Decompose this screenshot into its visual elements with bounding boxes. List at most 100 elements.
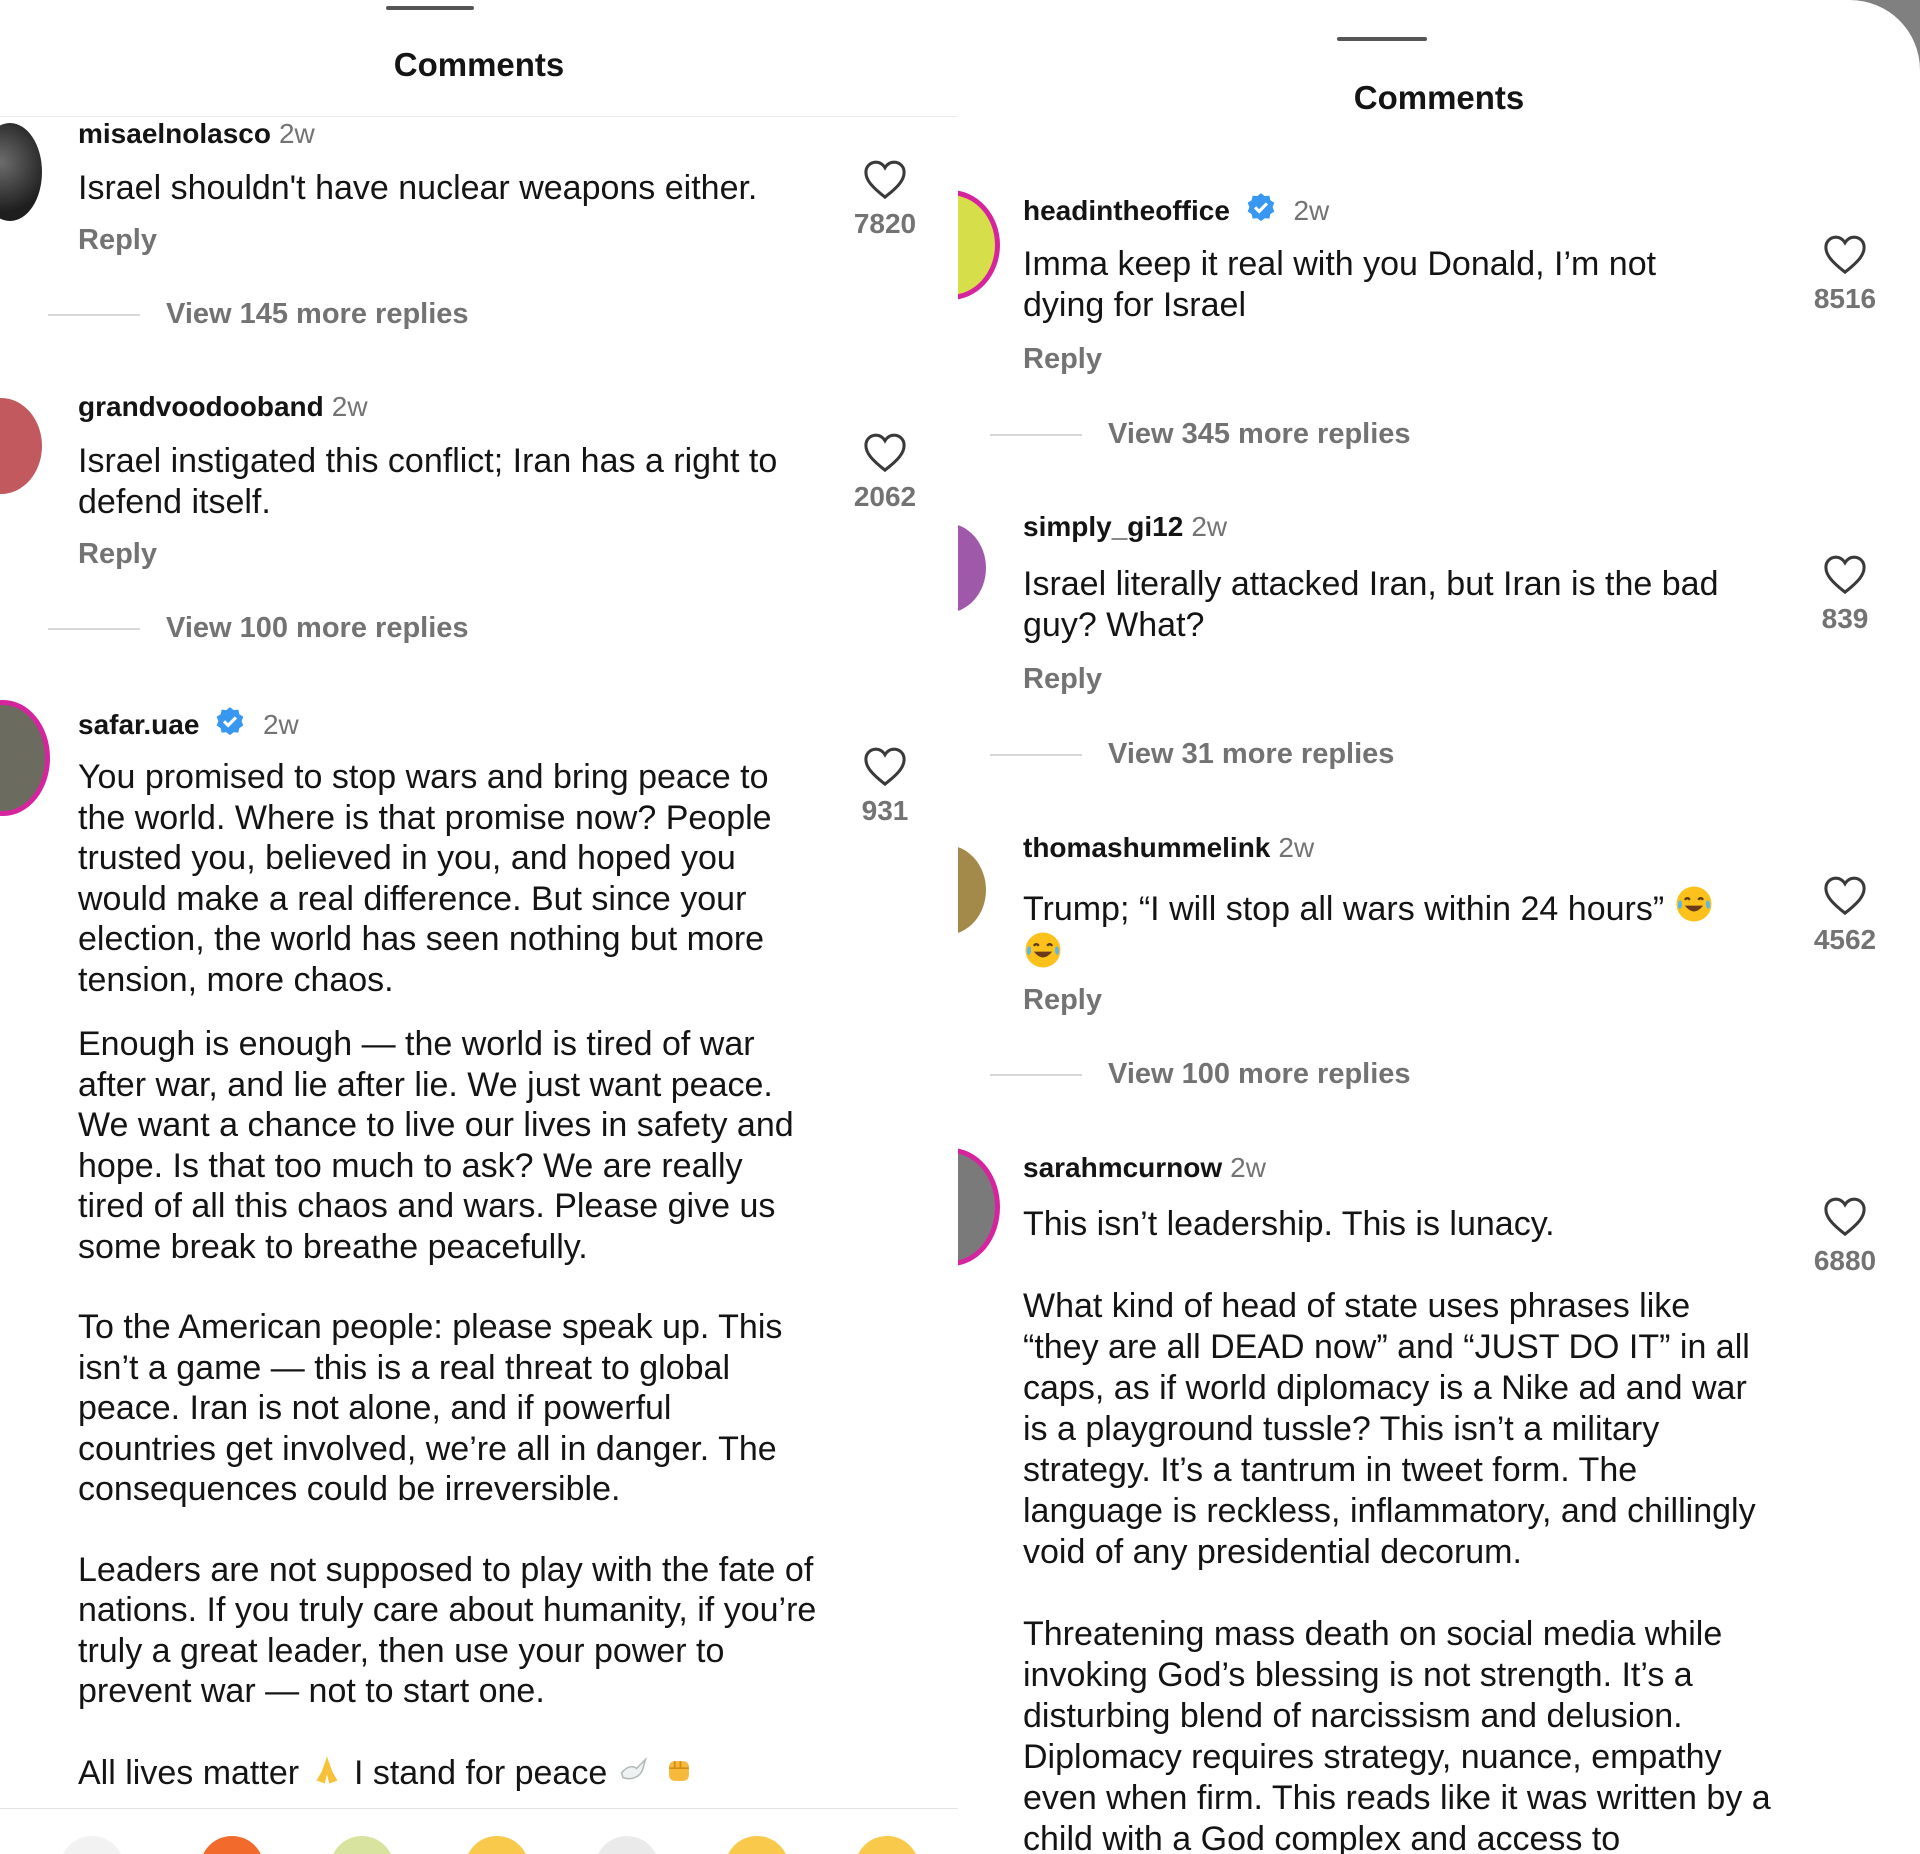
view-replies-button[interactable]: View 31 more replies: [990, 738, 1394, 771]
like-button[interactable]: 931: [840, 745, 930, 827]
heart-outline-icon[interactable]: [1822, 1195, 1868, 1237]
thread-line: [990, 434, 1082, 437]
reply-button[interactable]: Reply: [1023, 343, 1102, 376]
username[interactable]: thomashummelink: [1023, 832, 1270, 863]
comment-paragraph: You promised to stop wars and bring peac…: [78, 758, 772, 999]
thread-line: [990, 754, 1082, 757]
reaction-emoji-button[interactable]: [330, 1836, 394, 1854]
timestamp: 2w: [262, 709, 299, 740]
comment-paragraph: Israel shouldn't have nuclear weapons ei…: [78, 169, 758, 207]
like-count: 6880: [1813, 1245, 1877, 1276]
reply-button[interactable]: Reply: [1023, 663, 1102, 696]
heart-outline-icon[interactable]: [1822, 553, 1868, 595]
comment-line-text: All lives matter: [78, 1753, 300, 1792]
sheet-title: Comments: [393, 46, 565, 83]
comment-line-text: Trump; “I will stop all wars within 24 h…: [1023, 890, 1665, 928]
thread-line: [990, 1074, 1082, 1077]
reaction-emoji-button[interactable]: [60, 1836, 124, 1854]
reaction-emoji-button[interactable]: [200, 1836, 264, 1854]
reaction-bar-divider: [0, 1808, 958, 1809]
timestamp: 2w: [331, 391, 368, 422]
folded-hands-emoji: [316, 1756, 338, 1783]
like-button[interactable]: 7820: [840, 158, 930, 240]
view-replies-label: View 145 more replies: [166, 298, 469, 330]
comment-paragraph: Imma keep it real with you Donald, I’m n…: [1023, 245, 1657, 324]
timestamp: 2w: [278, 118, 315, 149]
view-replies-button[interactable]: View 345 more replies: [990, 418, 1411, 451]
view-replies-label: View 100 more replies: [1108, 1058, 1411, 1090]
comment-line-text: I stand for peace: [353, 1753, 608, 1792]
sheet-title: Comments: [1353, 79, 1525, 116]
tears-of-joy-emoji: [1025, 932, 1061, 967]
reaction-emoji-button[interactable]: [725, 1836, 789, 1854]
heart-outline-icon[interactable]: [862, 745, 908, 787]
username[interactable]: sarahmcurnow: [1023, 1152, 1222, 1183]
avatar[interactable]: [0, 398, 42, 494]
timestamp: 2w: [1230, 1152, 1266, 1183]
username[interactable]: headintheoffice: [1023, 195, 1230, 226]
avatar[interactable]: [958, 845, 986, 935]
heart-outline-icon[interactable]: [862, 158, 908, 200]
comment-text: Israel shouldn't have nuclear weapons ei…: [78, 168, 798, 209]
avatar[interactable]: [958, 1148, 1000, 1266]
like-count: 931: [861, 795, 909, 826]
verified-badge-icon: [216, 707, 244, 736]
comment-paragraph: Trump; “I will stop all wars within 24 h…: [1023, 884, 1763, 975]
reaction-emoji-button[interactable]: [465, 1836, 529, 1854]
comment-last-line: All lives matter I stand for peace: [78, 1752, 818, 1794]
thread-line: [48, 314, 140, 317]
raised-fist-emoji: [669, 1760, 690, 1781]
avatar[interactable]: [958, 523, 986, 613]
reaction-emoji-button[interactable]: [855, 1836, 919, 1854]
heart-outline-icon[interactable]: [1822, 874, 1868, 916]
heart-outline-icon[interactable]: [1822, 233, 1868, 275]
timestamp: 2w: [1278, 832, 1315, 863]
tears-of-joy-emoji: [1676, 886, 1712, 922]
comment-meta: thomashummelink 2w: [1023, 832, 1314, 864]
heart-outline-icon[interactable]: [862, 431, 908, 473]
username[interactable]: simply_gi12: [1023, 511, 1183, 542]
avatar[interactable]: [0, 123, 42, 221]
avatar[interactable]: [0, 700, 50, 816]
comment-text: You promised to stop wars and bring peac…: [78, 757, 818, 1793]
username[interactable]: grandvoodooband: [78, 391, 324, 422]
comment-paragraph: To the American people: please speak up.…: [78, 1308, 783, 1508]
comment-meta: grandvoodooband 2w: [78, 391, 368, 423]
comment-text: Trump; “I will stop all wars within 24 h…: [1023, 884, 1763, 975]
comment-text: Israel instigated this conflict; Iran ha…: [78, 441, 808, 522]
comment-meta: safar.uae 2w: [78, 705, 299, 741]
sheet-drag-handle[interactable]: [1337, 37, 1427, 41]
avatar[interactable]: [958, 190, 1000, 300]
reaction-emoji-button[interactable]: [595, 1836, 659, 1854]
view-replies-label: View 345 more replies: [1108, 418, 1411, 450]
comment-paragraph: Threatening mass death on social media w…: [1023, 1615, 1771, 1854]
view-replies-button[interactable]: View 100 more replies: [48, 612, 469, 645]
username[interactable]: safar.uae: [78, 709, 199, 740]
reply-button[interactable]: Reply: [1023, 984, 1102, 1017]
view-replies-label: View 100 more replies: [166, 612, 469, 644]
like-count: 7820: [853, 208, 917, 239]
username[interactable]: misaelnolasco: [78, 118, 271, 149]
comment-meta: misaelnolasco 2w: [78, 118, 315, 150]
timestamp: 2w: [1293, 195, 1330, 226]
comment-paragraph: Israel literally attacked Iran, but Iran…: [1023, 565, 1719, 644]
like-count: 8516: [1813, 283, 1877, 314]
comment-paragraph: Leaders are not supposed to play with th…: [78, 1550, 817, 1711]
like-button[interactable]: 6880: [1800, 1195, 1890, 1277]
like-count: 839: [1821, 603, 1869, 634]
comment-text: Imma keep it real with you Donald, I’m n…: [1023, 244, 1743, 325]
sheet-drag-handle[interactable]: [386, 6, 474, 10]
comment-paragraph: Israel instigated this conflict; Iran ha…: [78, 442, 778, 521]
view-replies-button[interactable]: View 145 more replies: [48, 298, 469, 331]
like-button[interactable]: 8516: [1800, 233, 1890, 315]
like-count: 4562: [1813, 924, 1877, 955]
reply-button[interactable]: Reply: [78, 538, 157, 571]
comment-meta: headintheoffice 2w: [1023, 191, 1329, 227]
reply-button[interactable]: Reply: [78, 224, 157, 257]
comment-text: Israel literally attacked Iran, but Iran…: [1023, 564, 1753, 645]
like-button[interactable]: 839: [1800, 553, 1890, 635]
comment-paragraph: What kind of head of state uses phrases …: [1023, 1287, 1756, 1571]
like-button[interactable]: 2062: [840, 431, 930, 513]
like-button[interactable]: 4562: [1800, 874, 1890, 956]
view-replies-button[interactable]: View 100 more replies: [990, 1058, 1411, 1091]
